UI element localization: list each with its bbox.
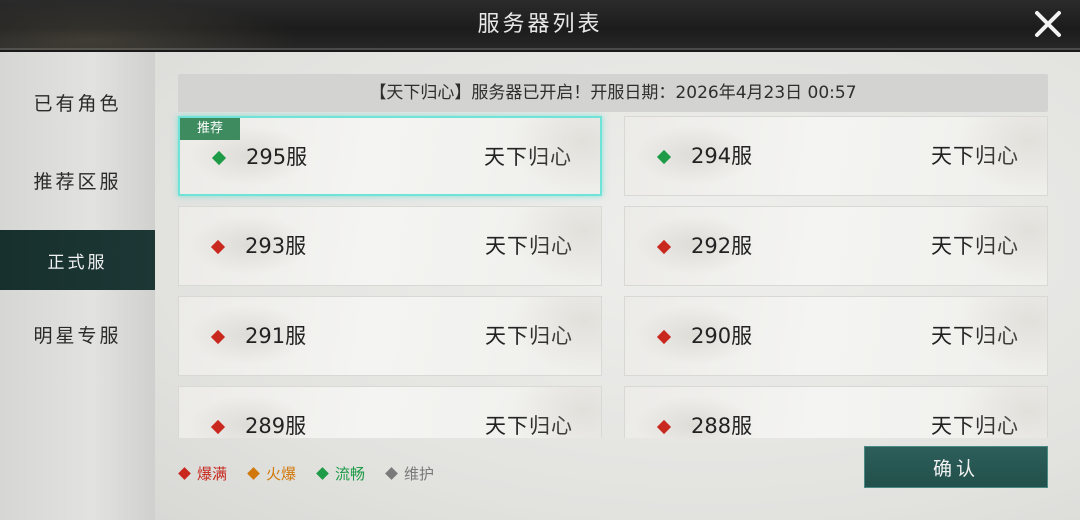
close-button[interactable]: [1028, 6, 1068, 42]
server-name: 290服: [691, 324, 753, 348]
server-region: 天下归心: [931, 414, 1019, 438]
server-card[interactable]: 289服 天下归心: [178, 386, 602, 438]
sidebar-item-label: 正式服: [47, 252, 108, 273]
title-bar: 服务器列表: [0, 0, 1080, 50]
diamond-icon: [178, 466, 191, 480]
legend-item: 流畅: [316, 463, 366, 484]
diamond-icon: [211, 150, 227, 166]
sidebar-item-existing-characters[interactable]: 已有角色: [0, 72, 155, 132]
diamond-icon: [316, 466, 329, 480]
server-region: 天下归心: [485, 324, 573, 348]
diamond-icon: [210, 239, 226, 255]
sidebar-item-star[interactable]: 明星专服: [0, 304, 155, 364]
diamond-icon: [210, 419, 226, 435]
server-name: 292服: [691, 234, 753, 258]
confirm-button[interactable]: 确认: [864, 446, 1048, 488]
diamond-icon: [656, 419, 672, 435]
legend-label: 火爆: [266, 464, 297, 483]
diamond-icon: [656, 329, 672, 345]
sidebar-item-official[interactable]: 正式服: [0, 230, 155, 290]
server-name: 295服: [246, 145, 308, 169]
server-name: 293服: [245, 234, 307, 258]
server-region: 天下归心: [931, 144, 1019, 168]
server-name: 294服: [691, 144, 753, 168]
server-name: 291服: [245, 324, 307, 348]
server-card[interactable]: 推荐 295服 天下归心: [178, 116, 602, 196]
sidebar: 已有角色 推荐区服 正式服 明星专服: [0, 52, 155, 520]
diamond-icon: [247, 466, 260, 480]
server-card[interactable]: 290服 天下归心: [624, 296, 1048, 376]
server-card[interactable]: 294服 天下归心: [624, 116, 1048, 196]
legend-item: 维护: [385, 463, 435, 484]
page-title: 服务器列表: [477, 12, 603, 37]
server-name: 288服: [691, 414, 753, 438]
diamond-icon: [656, 149, 672, 165]
server-list-screen: 服务器列表 已有角色 推荐区服 正式服 明星专服 【天下归心】服务器已开启！开服…: [0, 0, 1080, 520]
legend-label: 流畅: [335, 464, 366, 483]
server-region: 天下归心: [485, 234, 573, 258]
server-card[interactable]: 291服 天下归心: [178, 296, 602, 376]
legend-item: 爆满: [178, 463, 228, 484]
server-name: 289服: [245, 414, 307, 438]
sidebar-item-label: 推荐区服: [33, 170, 122, 193]
sidebar-item-label: 已有角色: [33, 92, 122, 115]
status-legend: 爆满 火爆 流畅 维护: [178, 462, 456, 484]
server-list[interactable]: 推荐 295服 天下归心 294服 天下归心 293服 天下归心 292服 天下…: [170, 112, 1060, 438]
announcement-banner: 【天下归心】服务器已开启！开服日期：2026年4月23日 00:57: [178, 74, 1048, 112]
server-region: 天下归心: [484, 145, 572, 169]
legend-label: 爆满: [197, 464, 228, 483]
server-region: 天下归心: [485, 414, 573, 438]
server-card[interactable]: 288服 天下归心: [624, 386, 1048, 438]
server-card[interactable]: 292服 天下归心: [624, 206, 1048, 286]
sidebar-item-recommended[interactable]: 推荐区服: [0, 150, 155, 210]
sidebar-item-label: 明星专服: [33, 324, 122, 347]
server-card[interactable]: 293服 天下归心: [178, 206, 602, 286]
close-x-icon: [1035, 11, 1061, 37]
legend-label: 维护: [404, 464, 435, 483]
diamond-icon: [210, 329, 226, 345]
server-region: 天下归心: [931, 234, 1019, 258]
diamond-icon: [656, 239, 672, 255]
diamond-icon: [385, 466, 398, 480]
server-region: 天下归心: [931, 324, 1019, 348]
legend-item: 火爆: [247, 463, 297, 484]
recommended-tag: 推荐: [180, 118, 240, 140]
